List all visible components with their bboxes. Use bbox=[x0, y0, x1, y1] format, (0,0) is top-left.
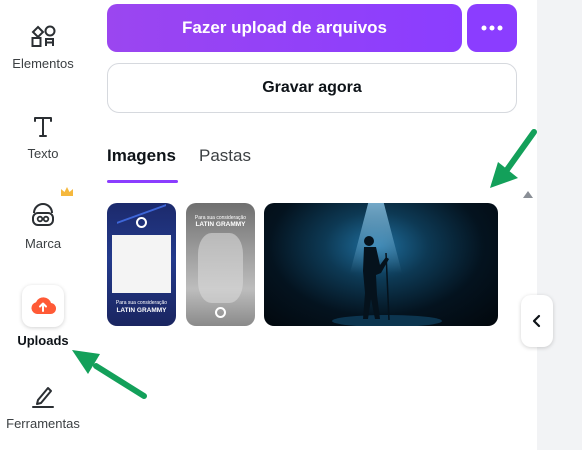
sidebar-item-label: Elementos bbox=[12, 56, 74, 71]
thumb-caption-title: LATIN GRAMMY bbox=[116, 307, 167, 314]
sidebar-item-label: Marca bbox=[24, 236, 62, 251]
cloud-upload-icon bbox=[31, 297, 56, 315]
annotation-arrow-icon bbox=[72, 350, 147, 399]
brand-icon bbox=[32, 203, 54, 226]
thumb-photo-blur bbox=[198, 233, 243, 303]
image-thumbnail[interactable] bbox=[264, 203, 498, 326]
tab-images[interactable]: Imagens bbox=[107, 146, 176, 166]
sidebar-item-brand[interactable]: Marca bbox=[0, 202, 86, 251]
image-thumbnail[interactable]: Para sua consideração LATIN GRAMMY bbox=[107, 203, 176, 326]
thumb-photo-placeholder bbox=[112, 235, 171, 293]
record-now-button[interactable]: Gravar agora bbox=[107, 63, 517, 113]
logo-mark bbox=[215, 307, 226, 318]
sidebar-item-uploads[interactable]: Uploads bbox=[0, 285, 86, 348]
uploads-tile bbox=[22, 285, 64, 327]
tab-folders[interactable]: Pastas bbox=[199, 146, 251, 166]
sidebar-item-label: Ferramentas bbox=[6, 416, 80, 431]
singer-silhouette bbox=[332, 236, 442, 326]
canvas-area-edge bbox=[537, 0, 582, 450]
elements-icon bbox=[31, 25, 56, 47]
pen-tools-icon bbox=[32, 387, 54, 408]
sidebar-item-label: Texto bbox=[27, 146, 59, 161]
text-icon bbox=[34, 117, 52, 137]
chevron-left-icon bbox=[532, 314, 541, 328]
more-dots-icon bbox=[481, 25, 503, 31]
annotation-arrow-icon bbox=[490, 129, 537, 188]
image-thumbnail[interactable]: Para sua consideração LATIN GRAMMY bbox=[186, 203, 255, 326]
active-tab-indicator bbox=[107, 180, 178, 183]
collapse-panel-button[interactable] bbox=[521, 295, 553, 347]
logo-mark bbox=[136, 217, 147, 228]
upload-files-button[interactable]: Fazer upload de arquivos bbox=[107, 4, 462, 52]
more-options-button[interactable] bbox=[467, 4, 517, 52]
thumb-caption-top: Para sua consideração bbox=[115, 300, 168, 306]
thumb-caption-title: LATIN GRAMMY bbox=[195, 221, 246, 228]
sidebar-item-elements[interactable]: Elementos bbox=[0, 22, 86, 71]
crown-icon bbox=[61, 187, 73, 196]
sidebar-item-text[interactable]: Texto bbox=[0, 112, 86, 161]
